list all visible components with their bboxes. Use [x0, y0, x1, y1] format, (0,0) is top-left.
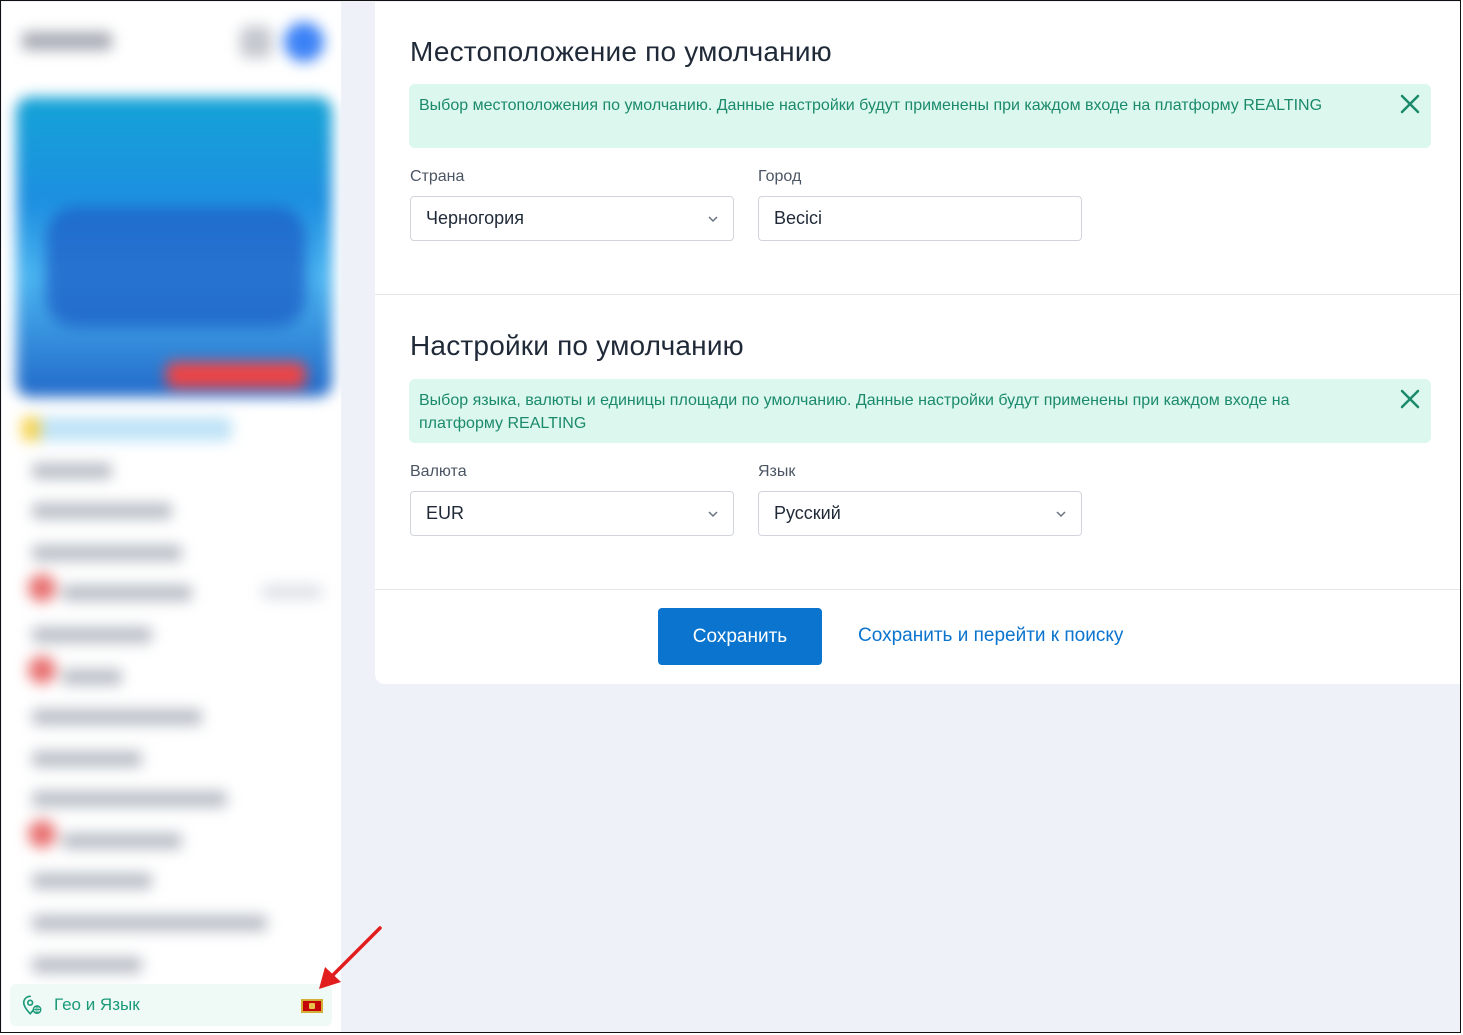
sidebar-item[interactable] — [32, 709, 202, 725]
notice-text: Выбор местоположения по умолчанию. Данны… — [419, 97, 1323, 114]
country-select[interactable]: Черногория — [410, 196, 734, 241]
sidebar-item-highlighted[interactable] — [22, 417, 232, 441]
sidebar-item[interactable] — [32, 545, 182, 561]
banner-illustration — [46, 207, 306, 327]
sidebar-item-counter — [262, 585, 322, 599]
sidebar-item[interactable] — [32, 503, 172, 519]
currency-select[interactable]: EUR — [410, 491, 734, 536]
country-label: Страна — [410, 168, 465, 185]
chevron-down-icon — [708, 511, 718, 518]
save-button[interactable]: Сохранить — [658, 608, 822, 665]
badge-icon — [28, 574, 56, 602]
currency-label: Валюта — [410, 463, 467, 480]
notification-icon[interactable] — [240, 26, 272, 58]
close-icon[interactable] — [1399, 388, 1421, 410]
sidebar-item[interactable] — [62, 833, 182, 849]
location-globe-icon — [22, 995, 42, 1015]
close-icon[interactable] — [1399, 93, 1421, 115]
country-value: Черногория — [426, 208, 524, 228]
defaults-section-title: Настройки по умолчанию — [410, 330, 744, 361]
city-label: Город — [758, 168, 802, 185]
sidebar-item[interactable] — [32, 915, 267, 931]
star-icon — [22, 417, 40, 441]
logo — [22, 32, 112, 50]
location-section-title: Местоположение по умолчанию — [410, 36, 832, 67]
language-value: Русский — [774, 503, 841, 523]
banner-button[interactable] — [166, 362, 306, 388]
sidebar-item[interactable] — [32, 957, 142, 973]
sidebar-item-label: Гео и Язык — [54, 995, 140, 1014]
avatar[interactable] — [284, 22, 324, 62]
language-label: Язык — [758, 463, 796, 480]
sidebar-blurred-content — [2, 2, 341, 982]
annotation-arrow-icon — [319, 926, 382, 989]
sidebar: Гео и Язык — [2, 2, 341, 1032]
sidebar-item[interactable] — [32, 791, 227, 807]
chevron-down-icon — [1056, 511, 1066, 518]
location-notice: Выбор местоположения по умолчанию. Данны… — [409, 84, 1431, 148]
app-window: Гео и Язык Местоположение по умолчанию В… — [0, 0, 1461, 1033]
sidebar-item[interactable] — [32, 751, 142, 767]
defaults-notice: Выбор языка, валюты и единицы площади по… — [409, 379, 1431, 443]
language-select[interactable]: Русский — [758, 491, 1082, 536]
city-input[interactable]: Becici — [758, 196, 1082, 241]
sidebar-item[interactable] — [32, 627, 152, 643]
section-divider — [375, 294, 1460, 295]
promo-banner[interactable] — [16, 97, 332, 397]
sidebar-item[interactable] — [32, 873, 152, 889]
sidebar-item[interactable] — [32, 463, 112, 479]
badge-icon — [28, 820, 56, 848]
save-and-search-link[interactable]: Сохранить и перейти к поиску — [858, 625, 1123, 647]
city-value: Becici — [774, 208, 823, 228]
montenegro-flag-icon — [301, 999, 323, 1013]
section-divider — [375, 589, 1460, 590]
chevron-down-icon — [708, 216, 718, 223]
badge-icon — [28, 656, 56, 684]
currency-value: EUR — [426, 503, 465, 523]
notice-text: Выбор языка, валюты и единицы площади по… — [419, 392, 1290, 432]
sidebar-item[interactable] — [62, 669, 122, 685]
settings-panel: Местоположение по умолчанию Выбор местоп… — [375, 2, 1460, 684]
sidebar-item-geo-language[interactable]: Гео и Язык — [10, 984, 332, 1026]
sidebar-item[interactable] — [62, 585, 192, 601]
